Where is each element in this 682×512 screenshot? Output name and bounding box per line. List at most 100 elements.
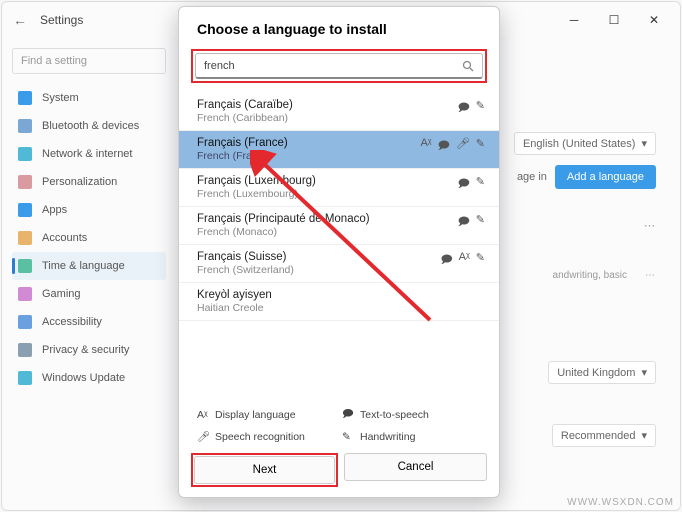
nav-label: Accessibility — [42, 316, 102, 328]
language-feature-icons: 🗩Aᵡ✎ — [440, 251, 485, 270]
nav-label: Bluetooth & devices — [42, 120, 139, 132]
language-english: Haitian Creole — [197, 302, 481, 314]
language-feature-icons: 🗩✎ — [458, 175, 485, 194]
nav-label: Privacy & security — [42, 344, 129, 356]
sidebar-item-accessibility[interactable]: Accessibility — [12, 308, 166, 336]
watermark: WWW.WSXDN.COM — [567, 497, 674, 508]
language-option[interactable]: Français (Suisse)French (Switzerland)🗩Aᵡ… — [179, 245, 499, 283]
language-english: French (Caribbean) — [197, 112, 481, 124]
tts-icon: 🗩 — [458, 213, 470, 232]
language-option[interactable]: Kreyòl ayisyenHaitian Creole — [179, 283, 499, 321]
window-controls: ─ ☐ ✕ — [554, 6, 674, 34]
nav-list: System Bluetooth & devices Network & inter… — [12, 84, 166, 392]
language-english: French (Luxembourg) — [197, 188, 481, 200]
display-icon: Aᵡ — [197, 409, 209, 421]
language-native: Français (Caraïbe) — [197, 99, 481, 111]
nav-icon — [18, 371, 32, 385]
find-setting-placeholder: Find a setting — [21, 55, 87, 67]
disp-icon: Aᵡ — [420, 137, 431, 156]
search-icon — [462, 60, 474, 72]
language-feature-icons: 🗩✎ — [458, 99, 485, 118]
language-option[interactable]: Français (Caraïbe)French (Caribbean)🗩✎ — [179, 93, 499, 131]
nav-icon — [18, 91, 32, 105]
sidebar-item-personalization[interactable]: Personalization — [12, 168, 166, 196]
nav-icon — [18, 175, 32, 189]
close-button[interactable]: ✕ — [634, 6, 674, 34]
more-options-button[interactable]: ⋯ — [645, 270, 656, 281]
nav-icon — [18, 259, 32, 273]
nav-icon — [18, 287, 32, 301]
hand-icon: ✎ — [476, 213, 485, 232]
legend-speech: Speech recognition — [215, 431, 336, 443]
language-option[interactable]: Français (Principauté de Monaco)French (… — [179, 207, 499, 245]
voice-icon: 🎤︎ — [456, 137, 470, 156]
hand-icon: ✎ — [476, 137, 485, 156]
language-feature-icons: Aᵡ 🗩 🎤︎ ✎ — [420, 137, 485, 156]
language-list: Français (Caraïbe)French (Caribbean)🗩✎Fr… — [179, 91, 499, 400]
format-value: Recommended — [561, 430, 636, 442]
nav-icon — [18, 203, 32, 217]
search-highlight: french — [191, 49, 487, 83]
hand-icon: ✎ — [476, 99, 485, 118]
sidebar-item-bluetooth-devices[interactable]: Bluetooth & devices — [12, 112, 166, 140]
window-title: Settings — [40, 13, 83, 27]
nav-icon — [18, 315, 32, 329]
format-select[interactable]: Recommended ▾ — [552, 424, 656, 447]
language-search-input[interactable]: french — [195, 53, 483, 79]
maximize-button[interactable]: ☐ — [594, 6, 634, 34]
tts-icon: 🗩 — [438, 137, 450, 156]
language-option[interactable]: Français (Luxembourg)French (Luxembourg)… — [179, 169, 499, 207]
language-native: Français (Principauté de Monaco) — [197, 213, 481, 225]
language-english: French (Monaco) — [197, 226, 481, 238]
display-language-select[interactable]: English (United States) ▾ — [514, 132, 656, 155]
dialog-title: Choose a language to install — [179, 7, 499, 47]
nav-icon — [18, 147, 32, 161]
language-english: French (Switzerland) — [197, 264, 481, 276]
chevron-down-icon: ▾ — [641, 137, 647, 150]
sidebar-item-system[interactable]: System — [12, 84, 166, 112]
tts-icon: 🗩 — [458, 99, 470, 118]
sidebar-item-apps[interactable]: Apps — [12, 196, 166, 224]
language-feature-icons: 🗩✎ — [458, 213, 485, 232]
language-native: Français (Suisse) — [197, 251, 481, 263]
display-language-value: English (United States) — [523, 138, 636, 150]
sidebar-item-windows-update[interactable]: Windows Update — [12, 364, 166, 392]
legend-hand: Handwriting — [360, 431, 481, 443]
minimize-button[interactable]: ─ — [554, 6, 594, 34]
next-highlight: Next — [191, 453, 338, 487]
hand-icon: ✎ — [476, 175, 485, 194]
tts-icon: 🗩 — [458, 175, 470, 194]
sidebar-item-privacy-security[interactable]: Privacy & security — [12, 336, 166, 364]
more-options-button[interactable]: ⋯ — [644, 219, 656, 232]
nav-label: Apps — [42, 204, 67, 216]
country-select[interactable]: United Kingdom ▾ — [548, 361, 656, 384]
nav-label: Accounts — [42, 232, 87, 244]
sidebar-item-time-language[interactable]: Time & language — [12, 252, 166, 280]
nav-icon — [18, 119, 32, 133]
cancel-button[interactable]: Cancel — [344, 453, 487, 481]
sidebar-item-gaming[interactable]: Gaming — [12, 280, 166, 308]
nav-icon — [18, 343, 32, 357]
back-button[interactable]: ← — [8, 8, 32, 32]
sidebar-item-network-internet[interactable]: Network & internet — [12, 140, 166, 168]
dialog-buttons: Next Cancel — [179, 447, 499, 497]
language-native: Kreyòl ayisyen — [197, 289, 481, 301]
mic-icon: 🎤︎ — [197, 430, 209, 443]
chevron-down-icon: ▾ — [641, 366, 647, 379]
sidebar-item-accounts[interactable]: Accounts — [12, 224, 166, 252]
add-language-button[interactable]: Add a language — [555, 165, 656, 189]
chevron-down-icon: ▾ — [641, 429, 647, 442]
legend: AᵡDisplay language 🗩Text-to-speech 🎤︎Spe… — [179, 400, 499, 447]
nav-icon — [18, 231, 32, 245]
nav-label: Windows Update — [42, 372, 125, 384]
sidebar: Find a setting System Bluetooth & devices… — [8, 38, 170, 510]
language-option[interactable]: Français (France)French (France)Aᵡ🗩🎤︎✎ — [179, 131, 499, 169]
country-value: United Kingdom — [557, 367, 635, 379]
legend-tts: Text-to-speech — [360, 409, 481, 421]
next-button[interactable]: Next — [194, 456, 335, 484]
nav-label: Network & internet — [42, 148, 132, 160]
find-setting-input[interactable]: Find a setting — [12, 48, 166, 74]
disp-icon: Aᵡ — [459, 251, 470, 270]
hand-icon: ✎ — [476, 251, 485, 270]
language-install-dialog: Choose a language to install french Fran… — [178, 6, 500, 498]
